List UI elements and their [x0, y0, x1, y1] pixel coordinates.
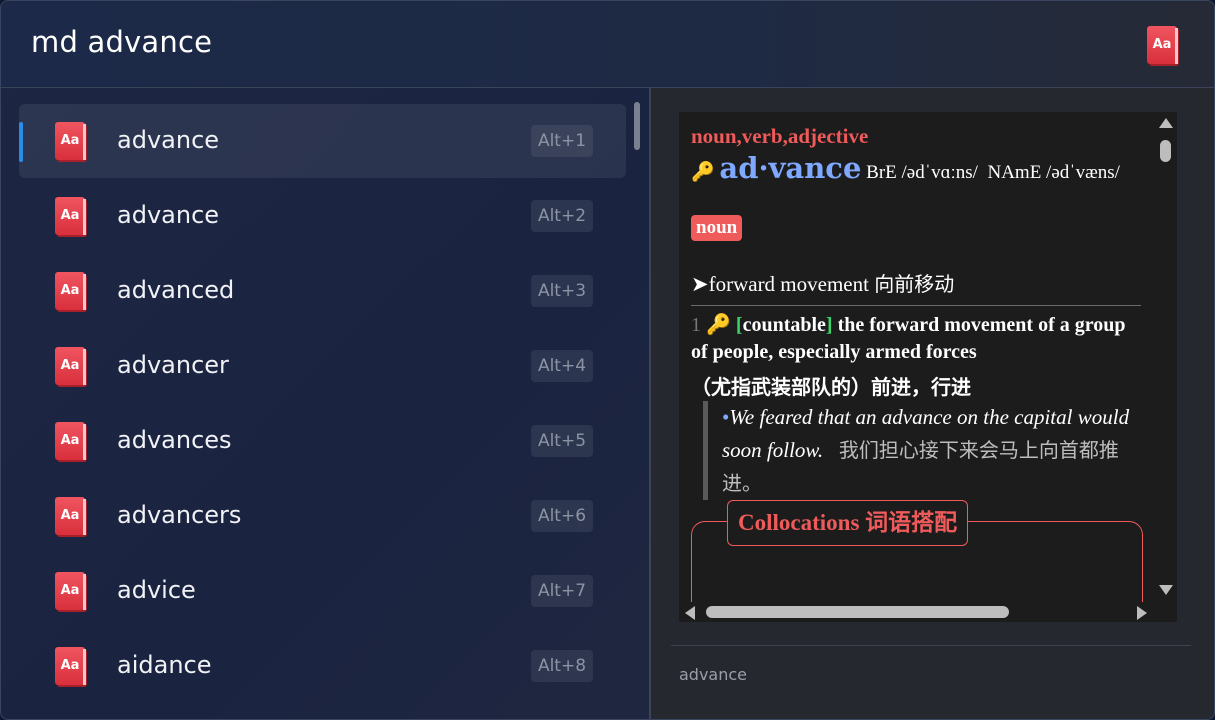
results-list: Aa advance Alt+1 Aa advance Alt+2 Aa adv… — [1, 88, 649, 719]
dictionary-icon-text: Aa — [60, 583, 80, 598]
pronunciation-bre: BrE /ədˈvɑːns/ — [866, 162, 978, 183]
scrollbar-corner — [1155, 602, 1177, 622]
sense-title-en: ➤forward movement — [691, 272, 869, 296]
key-icon: 🔑 — [706, 314, 731, 336]
vertical-scroll-thumb[interactable] — [1160, 140, 1171, 162]
sense-title: ➤forward movement 向前移动 — [691, 268, 954, 297]
collocations-en: Collocations — [738, 510, 860, 535]
dictionary-icon-text: Aa — [60, 433, 80, 448]
collocations-heading: Collocations 词语搭配 — [727, 500, 969, 546]
part-of-speech-list: noun,verb,adjective — [691, 124, 869, 148]
result-item[interactable]: Aa advances Alt+5 — [19, 404, 626, 478]
hotkey-badge: Alt+6 — [531, 500, 593, 532]
definition-cn: （尤指武装部队的）前进，行进 — [691, 375, 971, 399]
headword-line: 🔑 ad·vance BrE /ədˈvɑːns/ NAmE /ədˈvæns/ — [691, 152, 1141, 189]
result-item[interactable]: Aa advance Alt+1 — [19, 104, 626, 178]
footer-text: advance — [679, 665, 748, 684]
result-item[interactable]: Aa advancer Alt+4 — [19, 329, 626, 403]
key-icon: 🔑 — [691, 162, 715, 183]
app-window: md advance Aa Aa advance Alt+1 Aa advanc… — [0, 0, 1215, 720]
result-word: advancer — [117, 351, 229, 379]
dictionary-icon-text: Aa — [60, 358, 80, 373]
hotkey-badge: Alt+3 — [531, 275, 593, 307]
result-word: advance — [117, 126, 220, 154]
dictionary-icon-text: Aa — [60, 133, 80, 148]
hotkey-badge: Alt+5 — [531, 425, 593, 457]
dictionary-icon: Aa — [55, 572, 87, 612]
horizontal-scroll-thumb[interactable] — [706, 606, 1009, 618]
result-word: advice — [117, 576, 196, 604]
hotkey-badge: Alt+2 — [531, 200, 593, 232]
definition-number: 1 — [691, 314, 701, 336]
dictionary-icon-text: Aa — [60, 283, 80, 298]
footer-divider — [671, 645, 1191, 646]
results-scrollbar-thumb[interactable] — [634, 102, 640, 150]
dictionary-icon: Aa — [55, 122, 87, 162]
result-word: advances — [117, 426, 232, 454]
dictionary-entry: noun,verb,adjective 🔑 ad·vance BrE /ədˈv… — [679, 112, 1155, 602]
hotkey-badge: Alt+4 — [531, 350, 593, 382]
preview-vertical-scrollbar[interactable] — [1155, 112, 1177, 602]
dictionary-icon: Aa — [55, 347, 87, 387]
example-sentence: •We feared that an advance on the capita… — [703, 401, 1142, 500]
result-word: aidance — [117, 651, 212, 679]
search-bar[interactable]: md advance Aa — [1, 1, 1214, 88]
preview-horizontal-scrollbar[interactable] — [679, 602, 1155, 622]
dictionary-icon: Aa — [55, 647, 87, 687]
dictionary-icon-text: Aa — [1152, 37, 1172, 52]
result-item[interactable]: Aa advancers Alt+6 — [19, 479, 626, 553]
result-word: advance — [117, 201, 220, 229]
sense-title-cn: 向前移动 — [874, 272, 955, 296]
selection-indicator — [19, 122, 23, 162]
result-word: advancers — [117, 501, 242, 529]
hotkey-badge: Alt+8 — [531, 650, 593, 682]
scroll-down-icon[interactable] — [1159, 585, 1173, 595]
collocations-cn: 词语搭配 — [865, 510, 958, 536]
result-item[interactable]: Aa aidance Alt+8 — [19, 629, 626, 703]
result-item[interactable]: Aa advice Alt+7 — [19, 554, 626, 628]
dictionary-icon: Aa — [1147, 26, 1179, 66]
pronunciation-name: NAmE /ədˈvæns/ — [987, 162, 1120, 183]
dictionary-icon-text: Aa — [60, 208, 80, 223]
hotkey-badge: Alt+7 — [531, 575, 593, 607]
hotkey-badge: Alt+1 — [531, 125, 593, 157]
search-input[interactable]: md advance — [31, 25, 212, 59]
dictionary-icon: Aa — [55, 497, 87, 537]
scroll-right-icon[interactable] — [1137, 606, 1147, 620]
dictionary-icon: Aa — [55, 197, 87, 237]
noun-badge: noun — [691, 215, 743, 241]
grammar-label: countable — [742, 314, 826, 336]
definition: 1 🔑 [countable] the forward movement of … — [691, 314, 1126, 363]
result-item[interactable]: Aa advanced Alt+3 — [19, 254, 626, 328]
dictionary-icon-text: Aa — [60, 658, 80, 673]
result-word: advanced — [117, 276, 235, 304]
dictionary-icon: Aa — [55, 272, 87, 312]
result-item[interactable]: Aa advance Alt+2 — [19, 179, 626, 253]
dictionary-icon-text: Aa — [60, 508, 80, 523]
scroll-up-icon[interactable] — [1159, 118, 1173, 128]
scroll-left-icon[interactable] — [685, 606, 695, 620]
headword: ad·vance — [719, 151, 862, 185]
sense-divider — [691, 305, 1141, 306]
dictionary-icon: Aa — [55, 422, 87, 462]
